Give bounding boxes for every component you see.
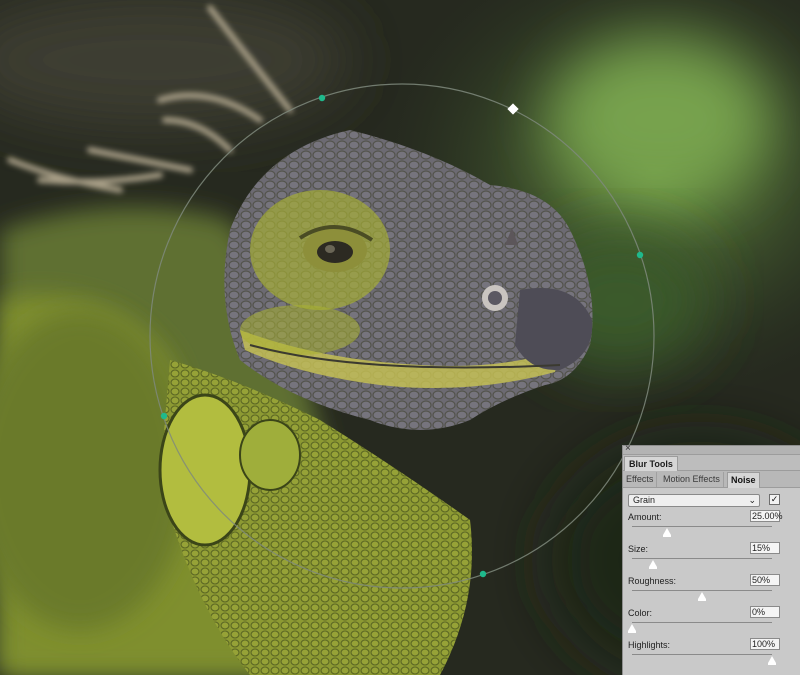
param-value-input[interactable]: 100% [750,638,780,650]
ring-handle-left[interactable] [160,412,168,420]
slider-track[interactable] [632,526,772,527]
panel-title-row: Blur Tools [623,455,800,471]
slider-track[interactable] [632,558,772,559]
slider-track[interactable] [632,622,772,623]
check-icon: ✓ [770,494,779,504]
slider-track[interactable] [632,654,772,655]
param-color: Color: 0% [623,606,800,640]
tab-effects[interactable]: Effects [623,472,658,487]
ring-handle-right[interactable] [636,251,644,259]
slider-track[interactable] [632,590,772,591]
tab-noise[interactable]: Noise [727,472,760,488]
chevron-down-icon: ⌄ [748,495,756,505]
param-amount: Amount: 25.00% [623,510,800,544]
slider-thumb[interactable] [663,528,671,537]
param-label: Amount: [628,512,662,522]
slider-thumb[interactable] [628,624,636,633]
param-size: Size: 15% [623,542,800,576]
panel-title[interactable]: Blur Tools [624,456,678,471]
param-value-input[interactable]: 15% [750,542,780,554]
panel-tabs: Effects Motion Effects Noise [623,471,800,488]
param-label: Size: [628,544,649,554]
slider-thumb[interactable] [768,656,776,665]
slider-thumb[interactable] [649,560,657,569]
tab-motion-effects[interactable]: Motion Effects [660,472,724,487]
slider-thumb[interactable] [698,592,706,601]
param-label: Roughness: [628,576,677,586]
param-value-input[interactable]: 50% [750,574,780,586]
noise-enabled-checkbox[interactable]: ✓ [769,494,780,505]
param-label: Color: [628,608,653,618]
param-label: Highlights: [628,640,671,650]
param-highlights: Highlights: 100% [623,638,800,672]
close-icon[interactable]: × [625,444,631,454]
ring-handle-bottom[interactable] [479,570,487,578]
panel-header-strip: × [623,444,800,455]
noise-type-dropdown[interactable]: Grain ⌄ [628,494,760,507]
param-value-input[interactable]: 25.00% [750,510,783,522]
param-roughness: Roughness: 50% [623,574,800,608]
blur-tools-panel: × Blur Tools Effects Motion Effects Nois… [622,444,800,675]
param-value-input[interactable]: 0% [750,606,780,618]
ring-handle-top[interactable] [318,94,326,102]
noise-type-value: Grain [633,495,656,505]
